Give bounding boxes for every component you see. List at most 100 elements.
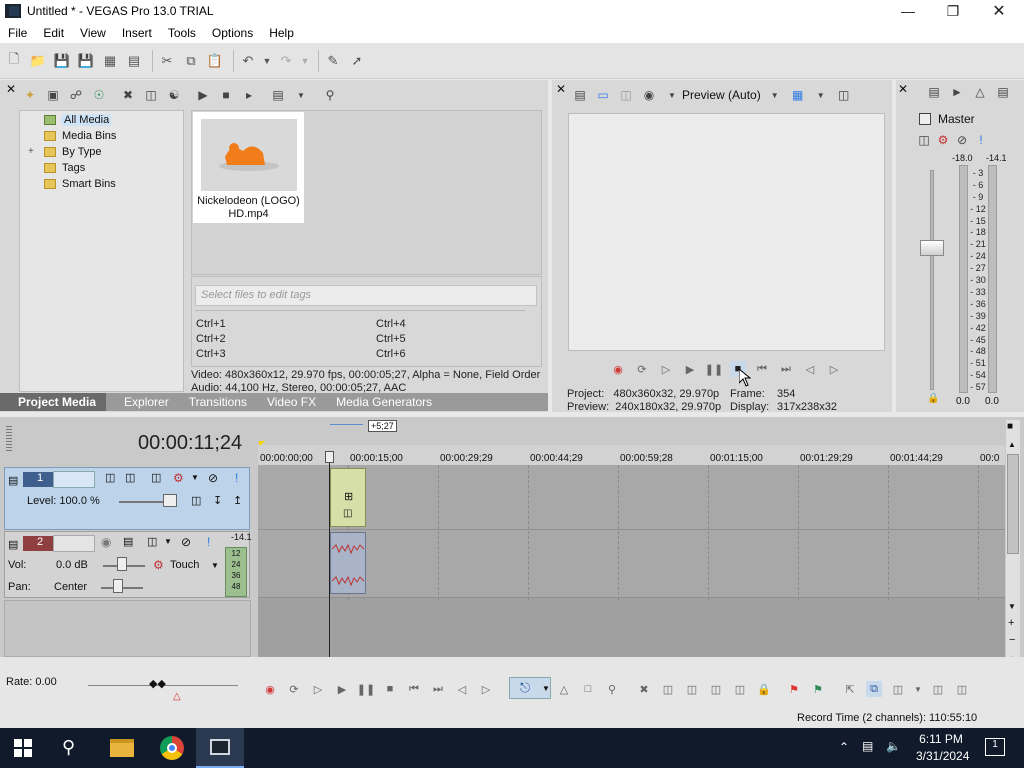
tab-media-generators[interactable]: Media Generators [326,395,442,409]
time-ruler[interactable]: 00:00:00;00 00:00:15;00 00:00:29;29 00:0… [258,445,1005,465]
overlays-dropdown-icon[interactable]: ▼ [813,87,829,103]
make-parent-icon[interactable]: ↥ [233,494,242,507]
preview-quality[interactable]: Preview (Auto) [682,88,761,102]
trim-icon[interactable]: ◫ [660,681,676,697]
menu-tools[interactable]: Tools [160,26,204,40]
auto-preview-icon[interactable]: ▸ [241,87,257,103]
collapse-icon[interactable]: ▤ [8,538,18,551]
save-as-icon[interactable]: 💾 [76,51,96,71]
volume-slider-handle[interactable] [117,557,127,571]
media-fx-icon[interactable]: ◫ [143,87,159,103]
plugin-icon[interactable]: ☯ [166,87,182,103]
go-to-start-icon[interactable]: ⏮ [406,681,422,697]
chrome-icon[interactable] [160,736,184,760]
go-to-end-icon[interactable]: ⏭ [430,681,446,697]
external-monitor-icon[interactable]: ▭ [595,87,611,103]
playhead-cursor[interactable] [329,453,330,657]
rate-slider-handle[interactable]: ◆◆ [149,677,166,690]
parent-compositing-icon[interactable]: ◫ [191,494,201,507]
network-icon[interactable]: ▤ [862,739,873,753]
play-icon[interactable]: ▶ [682,361,698,377]
help-pointer-icon[interactable]: ➚ [347,51,367,71]
pan-crop-icon[interactable]: ⊞ [344,490,353,503]
vegas-taskbar-button[interactable] [196,728,244,768]
tag-input[interactable]: Select files to edit tags [195,285,537,306]
collapse-icon[interactable]: ▤ [8,474,18,487]
selection-tool-icon[interactable]: □ [580,681,596,697]
mute-icon[interactable]: ⊘ [181,535,191,549]
search-icon[interactable]: ⚲ [62,737,75,758]
tab-transitions[interactable]: Transitions [179,395,257,409]
copy-icon[interactable]: ⧉ [181,51,201,71]
automation-settings-icon[interactable]: ⚙ [173,471,184,485]
panel-close-icon[interactable]: ✕ [6,82,16,96]
tree-item-media-bins[interactable]: Media Bins [44,128,116,143]
loop-icon[interactable]: ⟳ [286,681,302,697]
menu-options[interactable]: Options [204,26,261,40]
tag-hotkey-2[interactable]: Ctrl+2 [196,333,226,345]
arm-record-icon[interactable]: ◉ [101,535,111,549]
preview-properties-icon[interactable]: ▤ [572,87,588,103]
automation-dropdown-icon[interactable]: ▼ [211,561,219,570]
media-item[interactable]: Nickelodeon (LOGO) HD.mp4 [193,112,304,223]
zoom-tool-icon[interactable]: ⚲ [604,681,620,697]
record-icon[interactable]: ◉ [262,681,278,697]
preview-close-icon[interactable]: ✕ [556,82,566,96]
tree-item-smart-bins[interactable]: Smart Bins [44,176,116,191]
new-file-icon[interactable]: 🗋 [4,51,24,71]
overlays-icon[interactable]: ▦ [790,87,806,103]
media-web-icon[interactable]: ☉ [91,87,107,103]
level-slider-handle[interactable] [163,494,177,507]
pause-icon[interactable]: ❚❚ [705,361,723,377]
audio-track-header[interactable]: ▤ 2 ◉ ▤ ◫ ▼ ⊘ ! -14.1 12 24 36 48 Vol: 0… [4,531,252,598]
mute-all-icon[interactable]: ► [949,84,965,100]
fx-dropdown-icon[interactable]: ▼ [164,537,172,546]
tag-hotkey-3[interactable]: Ctrl+3 [196,348,226,360]
expand-icon[interactable]: + [28,146,34,157]
tab-explorer[interactable]: Explorer [106,395,179,409]
split-screen-icon[interactable]: ◫ [618,87,634,103]
tree-item-all-media[interactable]: All Media [44,112,112,127]
mute-icon[interactable]: ⊘ [208,471,218,485]
windows-start-icon[interactable] [14,739,32,757]
loop-icon[interactable]: ⟳ [634,361,650,377]
menu-help[interactable]: Help [261,26,302,40]
maximize-button[interactable]: ❐ [930,0,976,22]
track-name-field[interactable] [53,471,95,488]
snapping-icon[interactable]: ⇱ [842,681,858,697]
notifications-icon[interactable]: 1 [985,738,1005,756]
track-fx-icon[interactable]: ◫ [147,535,157,548]
automation-settings-icon[interactable]: ⚙ [153,558,164,572]
menu-edit[interactable]: Edit [35,26,72,40]
marker-pin-icon[interactable]: ■ [1007,421,1013,432]
solo-icon[interactable]: ! [973,132,989,148]
search-icon[interactable]: ⚲ [322,87,338,103]
play-icon[interactable]: ▶ [195,87,211,103]
stop-icon[interactable]: ■ [218,87,234,103]
master-fader-handle[interactable] [920,240,944,256]
go-to-start-icon[interactable]: ⏮ [754,361,770,377]
menu-file[interactable]: File [0,26,35,40]
insert-marker-icon[interactable]: ⚑ [786,681,802,697]
delete-icon[interactable]: ✖ [636,681,652,697]
open-folder-icon[interactable]: 📁 [28,51,48,71]
audio-track-lane[interactable] [258,530,1005,598]
solo-icon[interactable]: ! [207,535,210,549]
play-from-start-icon[interactable]: ▷ [310,681,326,697]
tag-hotkey-4[interactable]: Ctrl+4 [376,318,406,330]
invert-phase-icon[interactable]: ▤ [123,535,133,548]
automation-mode[interactable]: Touch [170,559,199,571]
envelope-tool-icon[interactable]: △ [556,681,572,697]
zoom-in-icon[interactable]: + [1008,617,1014,629]
views-dropdown-icon[interactable]: ▼ [293,87,309,103]
undo-dropdown-icon[interactable]: ▼ [262,51,272,71]
next-frame-icon[interactable]: ▷ [826,361,842,377]
mixer-icon[interactable]: ▤ [995,84,1011,100]
play-from-start-icon[interactable]: ▷ [658,361,674,377]
import-media-icon[interactable]: ✦ [22,87,38,103]
mute-icon[interactable]: ⊘ [954,132,970,148]
file-explorer-icon[interactable] [110,739,134,757]
pause-icon[interactable]: ❚❚ [357,681,375,697]
minimize-button[interactable]: — [885,0,931,22]
master-close-icon[interactable]: ✕ [898,82,908,96]
